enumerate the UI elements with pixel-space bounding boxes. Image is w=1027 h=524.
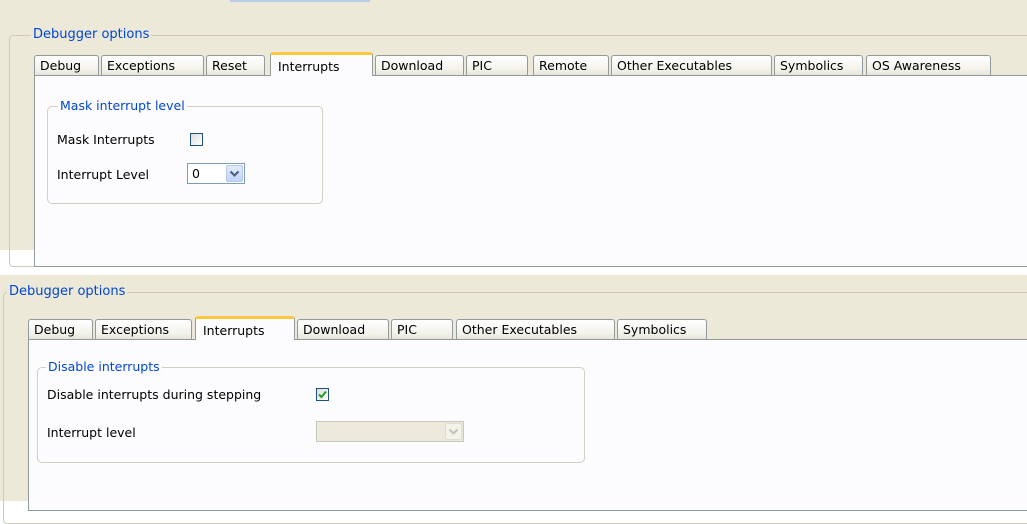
group-legend: Debugger options	[7, 284, 128, 300]
tab-os-awareness[interactable]: OS Awareness	[866, 55, 991, 75]
tab-pic[interactable]: PIC	[466, 55, 528, 75]
interrupt-level-select[interactable]	[316, 421, 464, 442]
disable-interrupts-group: Disable interrupts	[37, 359, 585, 463]
mask-interrupts-checkbox[interactable]	[190, 133, 203, 146]
section-legend: Mask interrupt level	[58, 98, 187, 114]
tab-exceptions[interactable]: Exceptions	[101, 55, 204, 75]
tab-debug[interactable]: Debug	[28, 319, 93, 339]
interrupts-tab-page: Mask interrupt level Mask Interrupts Int…	[34, 75, 1027, 267]
interrupt-level-select[interactable]: 0	[187, 163, 245, 184]
tab-download[interactable]: Download	[375, 55, 464, 75]
interrupt-level-value: 0	[192, 166, 200, 181]
debugger-options-panel-1: Debugger options Debug Exceptions Reset …	[0, 0, 1027, 267]
tab-symbolics[interactable]: Symbolics	[617, 319, 707, 339]
dropdown-button[interactable]	[226, 165, 243, 182]
group-legend: Debugger options	[31, 27, 152, 43]
mask-interrupts-label: Mask Interrupts	[57, 132, 155, 147]
tab-other-executables[interactable]: Other Executables	[456, 319, 615, 339]
interrupt-level-label: Interrupt Level	[57, 167, 149, 182]
tab-pic[interactable]: PIC	[391, 319, 453, 339]
dropdown-button[interactable]	[445, 423, 462, 440]
tab-interrupts[interactable]: Interrupts	[195, 316, 295, 340]
interrupt-level-label: Interrupt level	[47, 425, 136, 440]
tab-debug[interactable]: Debug	[34, 55, 99, 75]
mask-interrupt-level-group: Mask interrupt level	[47, 98, 323, 204]
disable-stepping-checkbox[interactable]	[316, 388, 329, 401]
tab-symbolics[interactable]: Symbolics	[774, 55, 863, 75]
tab-other-executables[interactable]: Other Executables	[611, 55, 772, 75]
top-divider	[230, 0, 370, 2]
tab-remote[interactable]: Remote	[533, 55, 609, 75]
checkmark-icon	[318, 390, 327, 399]
chevron-down-icon	[229, 170, 240, 178]
chevron-down-icon	[448, 428, 459, 435]
disable-stepping-label: Disable interrupts during stepping	[47, 387, 262, 402]
tab-reset[interactable]: Reset	[206, 55, 265, 75]
tab-download[interactable]: Download	[297, 319, 389, 339]
tab-interrupts[interactable]: Interrupts	[270, 52, 373, 76]
section-legend: Disable interrupts	[46, 359, 162, 375]
tab-exceptions[interactable]: Exceptions	[95, 319, 192, 339]
debugger-options-panel-2: Debugger options Debug Exceptions Interr…	[0, 275, 1027, 524]
interrupts-tab-page: Disable interrupts Disable interrupts du…	[28, 339, 1027, 511]
